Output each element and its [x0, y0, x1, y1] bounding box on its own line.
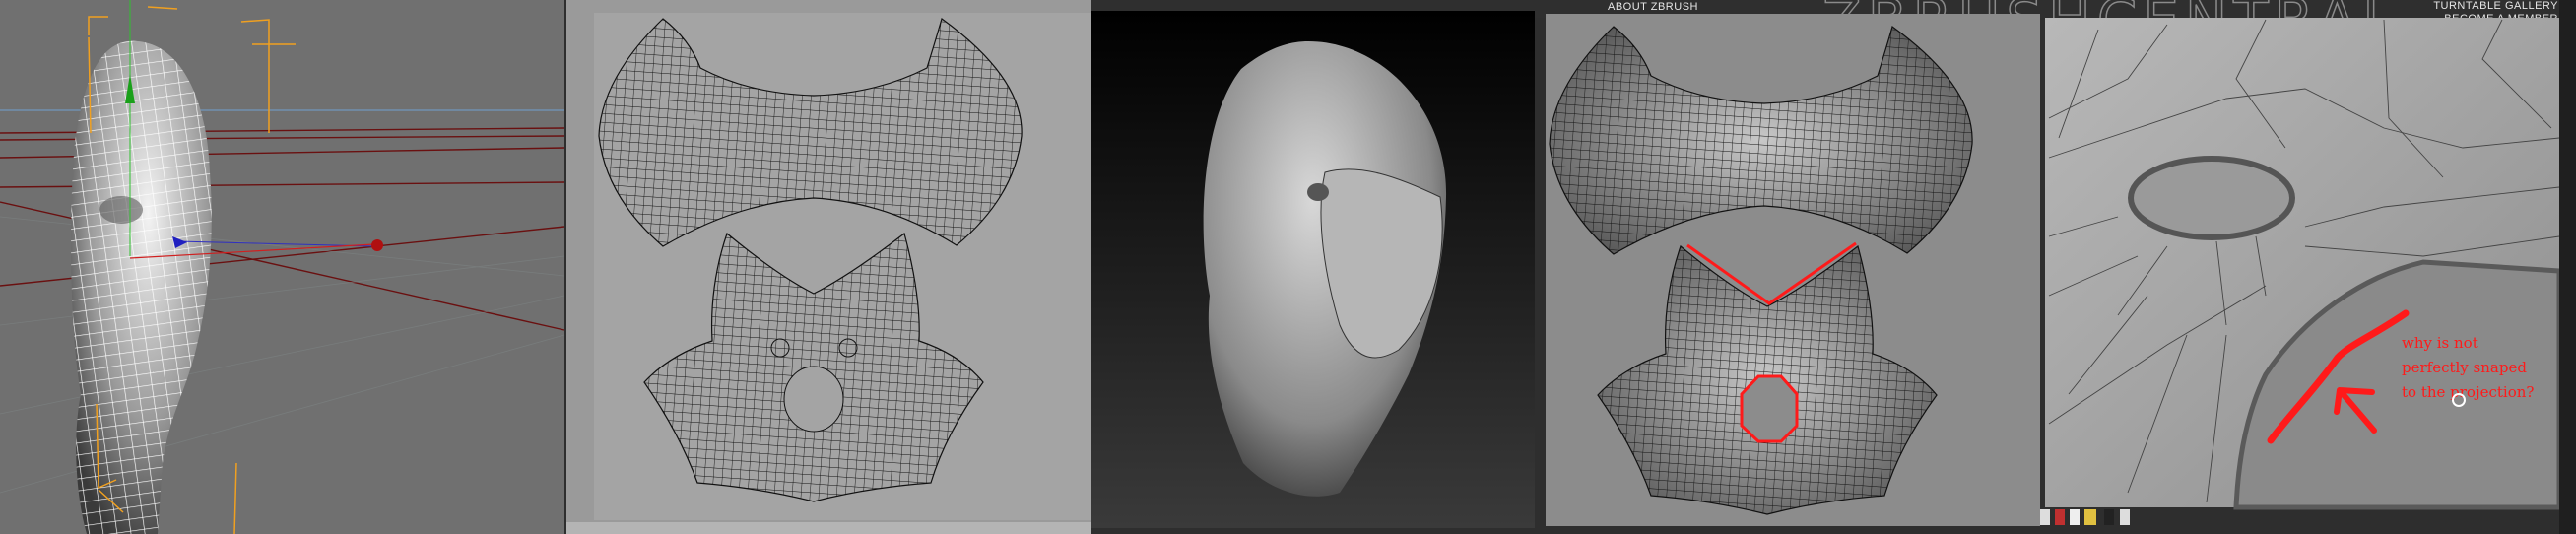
- viewport-3d-panel[interactable]: [0, 0, 565, 534]
- tool-icon[interactable]: [2055, 509, 2065, 525]
- annotation-line-1: why is not: [2402, 334, 2478, 352]
- about-zbrush-link[interactable]: ABOUT ZBRUSH: [1608, 1, 1698, 13]
- annotation-line-2: perfectly snaped: [2402, 359, 2527, 376]
- highlighted-mouth-hole: [1740, 374, 1799, 443]
- composite-screenshot: ABOUT ZBRUSH ZBRUSHCENTRAL TURNTABLE GAL…: [0, 0, 2576, 534]
- tool-icon[interactable]: [2040, 509, 2050, 525]
- uv-shaded-panel[interactable]: [1542, 14, 2040, 526]
- x-axis-arrow-icon[interactable]: [371, 239, 383, 251]
- closeup-panel[interactable]: why is not perfectly snaped to the proje…: [2045, 0, 2576, 534]
- annotation-line-3: to the projection?: [2402, 383, 2534, 401]
- list-icon[interactable]: [2120, 509, 2130, 525]
- eye-hole: [2128, 156, 2295, 240]
- bottom-toolbar[interactable]: [2040, 509, 2130, 525]
- uv-layout-panel[interactable]: [566, 0, 1091, 534]
- zbrush-sculpt-panel[interactable]: [1091, 11, 1535, 528]
- hash-icon[interactable]: [2104, 509, 2114, 525]
- image-icon[interactable]: [2084, 509, 2096, 525]
- document-icon[interactable]: [2070, 509, 2080, 525]
- status-bar: [566, 522, 1091, 534]
- turntable-gallery-link[interactable]: TURNTABLE GALLERY: [2433, 0, 2558, 12]
